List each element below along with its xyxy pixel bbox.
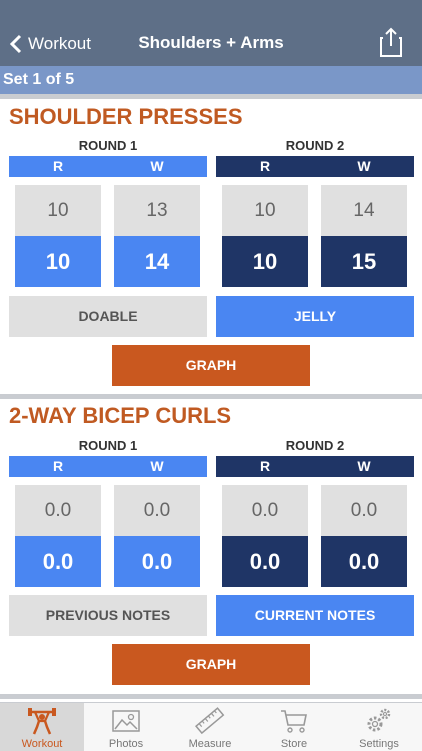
current-weight-input[interactable]: 15 [321,236,407,287]
previous-reps: 0.0 [222,485,308,536]
weight-cell-round-2: 0.0 0.0 [321,485,407,587]
reps-header: R [52,158,64,174]
current-reps-input[interactable]: 0.0 [15,536,101,587]
graph-button[interactable]: GRAPH [112,644,310,685]
weight-cell-round-2: 14 15 [321,185,407,287]
rw-header-round-1: R W [9,456,207,477]
tab-workout[interactable]: Workout [0,703,84,751]
exercise-title: 2-WAY BICEP CURLS [9,403,232,428]
weightlifter-icon [28,708,56,735]
graph-button[interactable]: GRAPH [112,345,310,386]
tab-settings[interactable]: Settings [336,703,422,751]
reps-header: R [259,458,271,474]
reps-cell-round-2: 10 10 [222,185,308,287]
divider [0,394,422,399]
previous-weight: 13 [114,185,200,236]
tab-label: Workout [21,738,63,750]
reps-cell-round-1: 0.0 0.0 [15,485,101,587]
previous-weight: 14 [321,185,407,236]
round-label: ROUND 1 [78,438,138,453]
page-title: Shoulders + Arms [138,33,284,52]
share-button[interactable] [378,26,404,63]
weight-header: W [150,158,164,174]
previous-weight: 0.0 [114,485,200,536]
previous-weight: 0.0 [321,485,407,536]
previous-reps: 10 [222,185,308,236]
weight-header: W [150,458,164,474]
exercise-title: SHOULDER PRESSES [9,104,243,129]
share-icon [380,27,402,57]
tab-label: Measure [188,738,232,750]
navigation-bar: Workout Shoulders + Arms [0,0,422,66]
weight-cell-round-1: 13 14 [114,185,200,287]
divider [0,694,422,699]
tab-label: Store [280,738,308,750]
photo-icon [112,710,140,732]
current-notes-button[interactable]: CURRENT NOTES [216,595,414,636]
doable-button[interactable]: DOABLE [9,296,207,337]
reps-cell-round-2: 0.0 0.0 [222,485,308,587]
set-indicator: Set 1 of 5 [0,66,422,94]
tab-store[interactable]: Store [252,703,336,751]
rw-header-round-2: R W [216,156,414,177]
round-label: ROUND 2 [285,138,345,153]
gears-icon [367,708,391,732]
tab-photos[interactable]: Photos [84,703,168,751]
tab-measure[interactable]: Measure [168,703,252,751]
current-reps-input[interactable]: 10 [222,236,308,287]
weight-header: W [357,458,371,474]
jelly-button[interactable]: JELLY [216,296,414,337]
weight-cell-round-1: 0.0 0.0 [114,485,200,587]
previous-reps: 10 [15,185,101,236]
reps-header: R [52,458,64,474]
current-reps-input[interactable]: 0.0 [222,536,308,587]
round-label: ROUND 1 [78,138,138,153]
tab-label: Photos [108,738,144,750]
ruler-icon [195,707,225,735]
reps-cell-round-1: 10 10 [15,185,101,287]
rw-header-round-2: R W [216,456,414,477]
cart-icon [281,710,307,733]
weight-header: W [357,158,371,174]
previous-reps: 0.0 [15,485,101,536]
rw-header-round-1: R W [9,156,207,177]
tab-label: Settings [359,738,399,750]
previous-notes-button[interactable]: PREVIOUS NOTES [9,595,207,636]
round-label: ROUND 2 [285,438,345,453]
divider [0,94,422,99]
current-reps-input[interactable]: 10 [15,236,101,287]
tab-bar: Workout Photos Measure Store Settings [0,702,422,751]
current-weight-input[interactable]: 0.0 [321,536,407,587]
current-weight-input[interactable]: 0.0 [114,536,200,587]
reps-header: R [259,158,271,174]
current-weight-input[interactable]: 14 [114,236,200,287]
